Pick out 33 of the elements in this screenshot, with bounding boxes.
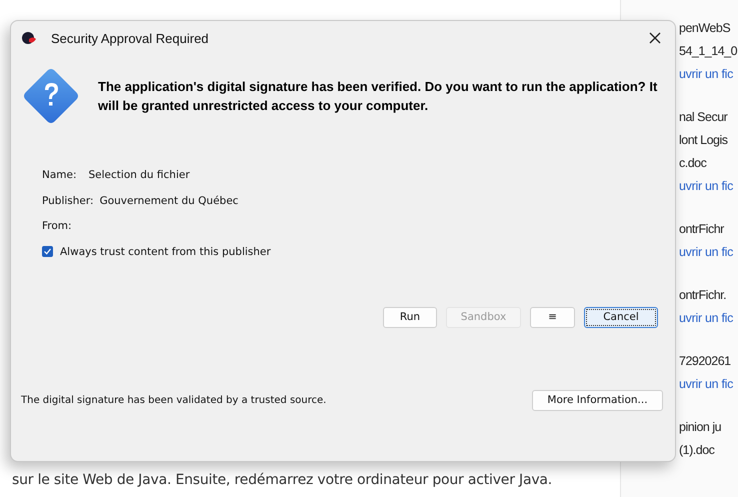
field-label: Name: <box>42 169 77 183</box>
trust-checkbox[interactable] <box>42 246 53 257</box>
open-file-link[interactable]: uvrir un fic <box>679 241 738 264</box>
file-name: c.doc <box>679 155 708 172</box>
close-icon[interactable] <box>649 32 661 44</box>
page-text: sur le site Web de Java. Ensuite, redémarrez votre ordinateur pour activer Java. <box>11 472 554 490</box>
file-name: ontrFichr <box>679 221 726 238</box>
open-file-link[interactable]: uvrir un fic <box>679 373 738 396</box>
dialog-button[interactable]: Cancel <box>584 306 658 328</box>
file-name: 72920261 <box>679 353 732 370</box>
checkbox-label: Always trust content from this publisher <box>60 246 271 258</box>
dialog-button[interactable]: ≡ <box>530 306 575 328</box>
file-name: ontrFichr. <box>679 287 728 304</box>
more-information-button[interactable]: More Information... <box>532 390 663 410</box>
file-name: nal Secur <box>679 109 729 126</box>
field-value: Gouvernement du Québec <box>100 194 238 208</box>
open-file-link[interactable]: uvrir un fic <box>679 307 738 330</box>
file-name: 54_1_14_0 <box>679 43 738 60</box>
field-label: From: <box>42 220 72 234</box>
file-name: pinion ju <box>679 419 722 436</box>
file-name: lont Logis <box>679 132 729 149</box>
question-icon <box>22 67 80 125</box>
dialog-button[interactable]: Run <box>383 306 437 328</box>
open-file-link[interactable]: uvrir un fic <box>679 63 738 86</box>
window-title: Security Approval Required <box>51 30 210 46</box>
field-label: Publisher: <box>42 194 94 208</box>
file-name: penWebS <box>679 20 732 37</box>
app-logo-icon <box>21 30 37 46</box>
file-name: (1).doc <box>679 442 716 459</box>
dialog-message: The application's digital signature has been verified. Do you want to run the application? It will be granted unrestricted access to your computer. <box>98 78 658 115</box>
field-value: Selection du fichier <box>88 169 190 183</box>
open-file-link[interactable]: uvrir un fic <box>679 175 738 198</box>
status-text: The digital signature has been validated by a trusted source. <box>21 394 326 406</box>
